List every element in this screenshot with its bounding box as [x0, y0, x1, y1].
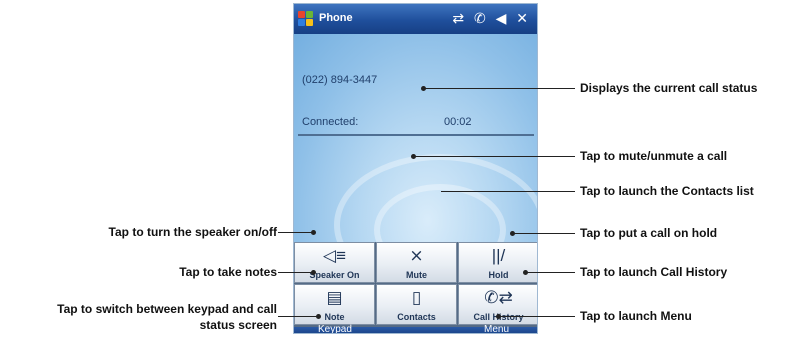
note-button[interactable]: ▤ Note: [294, 284, 375, 325]
note-icon: ▤: [326, 288, 343, 307]
keypad-callout-line1: Tap to switch between keypad and call: [57, 302, 277, 316]
menu-leader-dot: [496, 314, 501, 319]
speaker-callout: Tap to turn the speaker on/off: [108, 225, 277, 239]
keypad-softkey[interactable]: Keypad: [318, 324, 352, 333]
call-history-icon: ✆⇄: [484, 288, 513, 307]
speaker-on-button[interactable]: ◁≡ Speaker On: [294, 242, 375, 283]
call-history-leader-dot: [523, 270, 528, 275]
mute-leader-dot: [411, 154, 416, 159]
contacts-label: Contacts: [397, 312, 436, 322]
menu-leader: [498, 316, 575, 317]
speaker-icon: ◁≡: [323, 246, 346, 265]
status-icons[interactable]: ⇄ ✆ ◀ ✕: [452, 10, 531, 27]
call-number: (022) 894-3447: [302, 74, 378, 86]
app-title: Phone: [319, 12, 353, 24]
keypad-leader-dot: [316, 314, 321, 319]
mute-button[interactable]: ⨯ Mute: [376, 242, 457, 283]
mute-callout: Tap to mute/unmute a call: [580, 149, 728, 163]
softkey-bar: Keypad Menu: [294, 324, 537, 333]
contacts-button[interactable]: ▯ Contacts: [376, 284, 457, 325]
contacts-callout: Tap to launch the Contacts list: [580, 184, 754, 198]
microphone-muted-icon: ⨯: [409, 246, 424, 265]
note-leader-dot: [311, 270, 316, 275]
call-status-label: Connected:: [302, 116, 359, 128]
contacts-leader: [441, 191, 575, 192]
hold-button[interactable]: ||/ Hold: [458, 242, 537, 283]
call-history-callout: Tap to launch Call History: [580, 265, 728, 279]
keypad-leader: [278, 316, 318, 317]
mute-label: Mute: [406, 270, 427, 280]
speaker-leader: [278, 232, 313, 233]
keypad-callout: Tap to switch between keypad and call st…: [0, 301, 277, 333]
phone-screenshot: Phone ⇄ ✆ ◀ ✕ (022) 894-3447 Connected: …: [293, 3, 538, 334]
call-status-callout: Displays the current call status: [580, 81, 758, 95]
call-status-leader: [423, 88, 575, 89]
keypad-callout-line2: status screen: [199, 318, 277, 332]
note-callout: Tap to take notes: [179, 265, 277, 279]
hold-callout: Tap to put a call on hold: [580, 226, 718, 240]
title-bar: Phone ⇄ ✆ ◀ ✕: [294, 4, 537, 34]
note-leader: [278, 272, 313, 273]
call-status-leader-dot: [421, 86, 426, 91]
hold-leader: [512, 233, 575, 234]
note-label: Note: [324, 312, 345, 322]
mute-leader: [413, 156, 575, 157]
start-menu-icon[interactable]: [298, 11, 314, 27]
menu-callout: Tap to launch Menu: [580, 309, 692, 323]
call-history-leader: [525, 272, 575, 273]
menu-softkey[interactable]: Menu: [484, 324, 509, 333]
hold-leader-dot: [510, 231, 515, 236]
contacts-icon: ▯: [411, 288, 422, 307]
hold-icon: ||/: [491, 246, 506, 265]
speaker-leader-dot: [311, 230, 316, 235]
call-duration: 00:02: [444, 116, 472, 128]
status-divider: [298, 134, 534, 136]
